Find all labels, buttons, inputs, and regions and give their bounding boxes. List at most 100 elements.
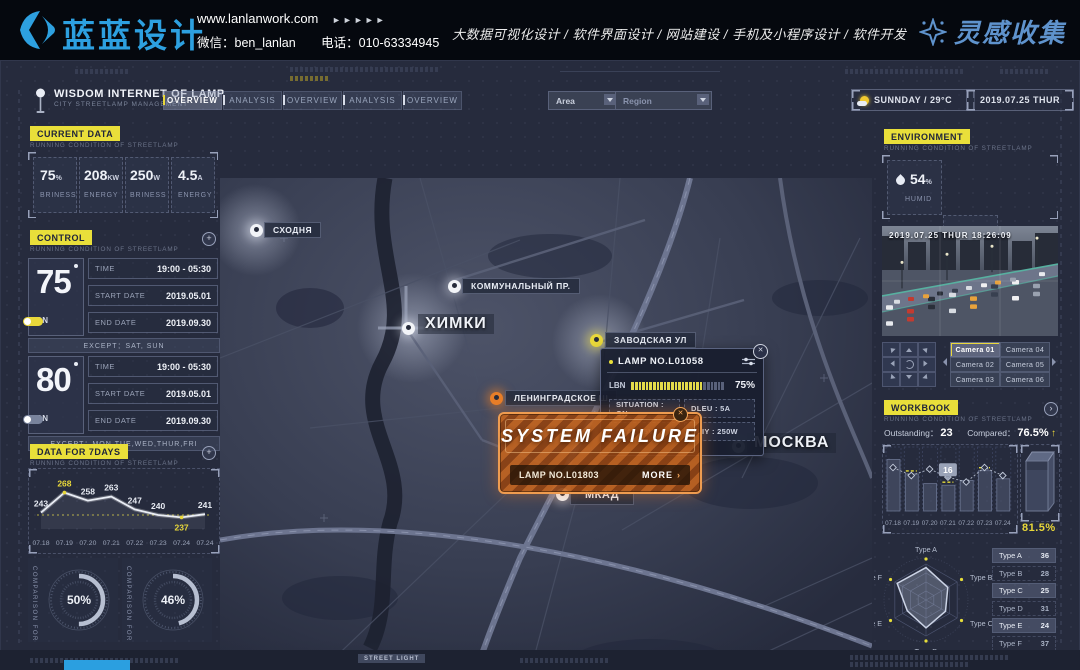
control-tag: CONTROL xyxy=(30,230,92,245)
pan-right-button[interactable] xyxy=(918,357,936,372)
area-select[interactable]: Area xyxy=(548,91,619,110)
pan-up-left-button[interactable] xyxy=(882,342,900,357)
region-select[interactable]: Region xyxy=(615,91,712,110)
comparison-gauge: 50% xyxy=(46,567,112,633)
more-button[interactable]: MORE› xyxy=(642,470,681,480)
list-item: Type B28 xyxy=(992,566,1056,581)
svg-text:07.19: 07.19 xyxy=(903,520,919,527)
camera-03-button[interactable]: Camera 03 xyxy=(950,372,1000,387)
pan-up-right-button[interactable] xyxy=(918,342,936,357)
comparison-gauge-panel-1: COMPARISON FOR 50% xyxy=(28,558,118,642)
camera-04-button[interactable]: Camera 04 xyxy=(1000,342,1050,357)
map-city-label[interactable]: ХИМКИ xyxy=(418,314,494,334)
svg-text:240: 240 xyxy=(151,501,165,511)
lamp-marker[interactable] xyxy=(250,224,263,237)
camera-feed-panel[interactable]: 2019.07.25 THUR 18:26:09 xyxy=(882,226,1058,336)
power-toggle[interactable] xyxy=(23,415,43,424)
lamp-marker-failure[interactable] xyxy=(490,392,503,405)
close-icon[interactable]: ✕ xyxy=(753,344,768,359)
svg-text:07.20: 07.20 xyxy=(79,540,96,547)
svg-text:16: 16 xyxy=(943,465,953,475)
camera-06-button[interactable]: Camera 06 xyxy=(1000,372,1050,387)
ruler-decoration xyxy=(18,90,20,645)
microtext-decoration xyxy=(1000,69,1048,74)
svg-text:07.19: 07.19 xyxy=(56,540,73,547)
list-item: Type D31 xyxy=(992,601,1056,616)
svg-text:07.24: 07.24 xyxy=(995,520,1011,527)
svg-text:07.20: 07.20 xyxy=(922,520,938,527)
tune-icon[interactable] xyxy=(742,357,755,366)
chevron-right-icon: › xyxy=(677,470,681,480)
workbook-next-button[interactable]: › xyxy=(1044,402,1058,416)
gauge-side-label: COMPARISON FOR xyxy=(31,566,37,642)
website-link[interactable]: www.lanlanwork.com xyxy=(197,11,318,26)
svg-text:07.23: 07.23 xyxy=(150,540,167,547)
svg-text:241: 241 xyxy=(198,500,212,510)
microtext-decoration xyxy=(850,662,970,667)
pan-down-button[interactable] xyxy=(900,372,918,387)
svg-text:247: 247 xyxy=(128,495,142,505)
droplet-icon xyxy=(894,174,907,187)
workbook-bar-chart: 07.1807.1907.2007.2107.2207.2307.2416 xyxy=(883,445,1015,531)
camera-05-button[interactable]: Camera 05 xyxy=(1000,357,1050,372)
metric-card: 4.5A ENERGY xyxy=(171,157,215,213)
pan-down-left-button[interactable] xyxy=(882,372,900,387)
environment-subtitle: RUNNING CONDITION OF STREETLAMP xyxy=(884,145,1033,152)
weather-widget: SUNNDAY / 29°C xyxy=(851,89,975,111)
ruler-decoration xyxy=(1060,90,1062,645)
map-label[interactable]: СХОДНЯ xyxy=(264,222,321,238)
arrows-decoration: ►►►►► xyxy=(332,15,387,25)
tab-overview-3[interactable]: OVERVIEW xyxy=(403,91,462,110)
camera-timestamp: 2019.07.25 THUR 18:26:09 xyxy=(889,231,1012,240)
popup-lamp-title: LAMP NO.L01058 xyxy=(618,356,737,367)
time-row: TIME19:00 - 05:30 xyxy=(88,258,218,279)
pan-down-right-button[interactable] xyxy=(918,372,936,387)
lamp-marker-warning[interactable] xyxy=(590,334,603,347)
camera-01-button[interactable]: Camera 01 xyxy=(950,342,1000,357)
date-text: 2019.07.25 THUR xyxy=(980,95,1060,105)
current-data-panel: 75% BRINESS 208KW ENERGY 250W BRINESS 4.… xyxy=(28,152,218,218)
lamp-marker[interactable] xyxy=(448,280,461,293)
control-group-1: 75 ON TIME19:00 - 05:30 START DATE2019.0… xyxy=(28,258,218,334)
inspiration-logo-icon xyxy=(919,18,947,46)
microtext-decoration xyxy=(850,655,1010,660)
blue-accent-bar xyxy=(64,660,130,670)
lamp-marker[interactable] xyxy=(402,322,415,335)
expand-chart-button[interactable]: + xyxy=(202,446,216,460)
tank-percent: 81.5% xyxy=(1022,522,1056,534)
map-label[interactable]: КОММУНАЛЬНЫЙ ПР. xyxy=(462,278,580,294)
reset-view-button[interactable] xyxy=(900,357,918,372)
close-icon[interactable]: ✕ xyxy=(673,407,688,422)
camera-next-icon[interactable] xyxy=(1052,358,1060,366)
power-toggle[interactable] xyxy=(23,317,43,326)
list-item: Type F37 xyxy=(992,636,1056,651)
svg-text:243: 243 xyxy=(34,499,48,509)
svg-text:07.23: 07.23 xyxy=(977,520,993,527)
gauge-side-label: COMPARISON FOR xyxy=(125,566,131,642)
alert-bottom-bar: LAMP NO.L01803 MORE› xyxy=(510,465,690,485)
current-data-subtitle: RUNNING CONDITION OF STREETLAMP xyxy=(30,142,179,149)
add-control-button[interactable]: + xyxy=(202,232,216,246)
map-label[interactable]: ЗАВОДСКАЯ УЛ xyxy=(605,332,696,348)
pan-up-button[interactable] xyxy=(900,342,918,357)
svg-text:Type F: Type F xyxy=(874,573,883,582)
list-item: Type E24 xyxy=(992,618,1056,633)
microtext-decoration xyxy=(75,69,130,74)
inspiration-collect[interactable]: 灵感收集 xyxy=(919,13,1066,50)
city-map[interactable]: СХОДНЯ КОММУНАЛЬНЫЙ ПР. ХИМКИ ЗАВОДСКАЯ … xyxy=(220,178,872,670)
camera-prev-icon[interactable] xyxy=(939,358,947,366)
tab-overview-2[interactable]: OVERVIEW xyxy=(283,91,342,110)
svg-text:07.21: 07.21 xyxy=(940,520,956,527)
svg-text:07.18: 07.18 xyxy=(885,520,901,527)
promo-banner: 蓝蓝设计 www.lanlanwork.com ►►►►► 微信：ben_lan… xyxy=(0,0,1080,60)
tab-overview-1[interactable]: OVERVIEW xyxy=(163,91,222,110)
compared-value: 76.5% xyxy=(1017,427,1048,439)
brightness-bar[interactable] xyxy=(631,382,729,390)
outstanding-value: 23 xyxy=(940,427,952,439)
tab-analysis-1[interactable]: ANALYSIS xyxy=(223,91,282,110)
week-line-chart: 24326825826324724023724107.1807.1907.200… xyxy=(29,469,217,551)
metric-card: 250W BRINESS xyxy=(125,157,169,213)
tab-analysis-2[interactable]: ANALYSIS xyxy=(343,91,402,110)
pan-left-button[interactable] xyxy=(882,357,900,372)
camera-02-button[interactable]: Camera 02 xyxy=(950,357,1000,372)
